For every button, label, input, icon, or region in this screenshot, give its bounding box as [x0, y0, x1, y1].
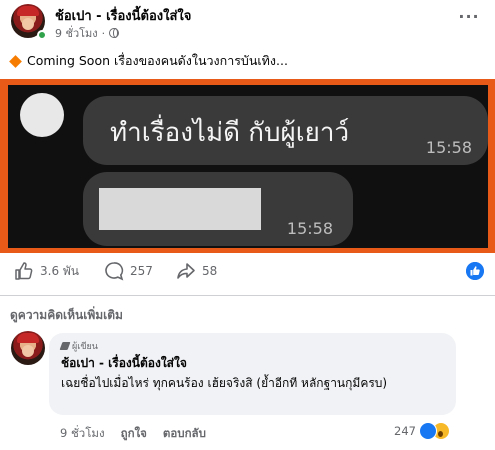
- avatar-hat: [17, 6, 39, 16]
- chat-time-2: 15:58: [286, 219, 333, 238]
- censored-box: [99, 188, 261, 230]
- comment-reaction-count: 247: [394, 424, 416, 438]
- like-reaction-icon: [418, 422, 437, 440]
- like-button[interactable]: 3.6 พัน: [14, 261, 79, 281]
- author-badge-label: ผู้เขียน: [72, 342, 98, 352]
- caption-text: Coming Soon เรื่องของคนดังในวงการบันเทิง…: [27, 53, 288, 68]
- blurred-avatar: [20, 93, 64, 137]
- avatar-face: [22, 345, 34, 357]
- comment-text: เฉยชื่อไปเมื่อไหร่ ทุกคนร้อง เฮ้ยจริงสิ …: [61, 376, 388, 390]
- avatar-face: [22, 18, 34, 30]
- like-count: 3.6 พัน: [40, 263, 80, 278]
- commenter-avatar[interactable]: [11, 331, 45, 365]
- share-count: 58: [202, 264, 218, 278]
- comment-time[interactable]: 9 ชั่วโมง: [60, 425, 105, 443]
- chat-time-1: 15:58: [425, 138, 472, 157]
- thumbs-up-icon: [15, 262, 33, 280]
- chat-bubble-1: ทำเรื่องไม่ดี กับผู้เยาว์ 15:58: [83, 96, 488, 165]
- avatar-hat: [17, 333, 39, 343]
- comment-button[interactable]: 257: [104, 261, 153, 281]
- chat-bubble-2: 15:58: [83, 172, 353, 246]
- comment-meta: 9 ชั่วโมง ถูกใจ ตอบกลับ: [60, 425, 206, 443]
- comment-reactions[interactable]: 247: [394, 422, 450, 440]
- post-actions: 3.6 พัน 257 58: [0, 258, 495, 290]
- view-more-comments-link[interactable]: ดูความคิดเห็นเพิ่มเติม: [10, 306, 123, 325]
- comment-author-link[interactable]: ช้อเปา - เรื่องนี้ต้องใส่ใจ: [61, 354, 187, 373]
- comment-like-button[interactable]: ถูกใจ: [121, 425, 147, 443]
- chat-message-1: ทำเรื่องไม่ดี กับผู้เยาว์: [110, 118, 350, 148]
- more-options-icon[interactable]: ···: [456, 9, 482, 30]
- post-meta: 9 ชั่วโมง ·: [55, 24, 120, 42]
- comment-bubble: ผู้เขียน ช้อเปา - เรื่องนี้ต้องใส่ใจ เฉย…: [49, 333, 456, 415]
- comment-count: 257: [130, 264, 153, 278]
- online-status-dot: [37, 30, 47, 40]
- post-image[interactable]: ทำเรื่องไม่ดี กับผู้เยาว์ 15:58 15:58: [0, 79, 495, 253]
- globe-icon: [109, 28, 120, 38]
- comment-icon: [105, 262, 124, 281]
- like-reaction-icon[interactable]: [466, 262, 484, 280]
- post-time[interactable]: 9 ชั่วโมง: [55, 24, 98, 42]
- orange-diamond-icon: [9, 54, 22, 68]
- share-button[interactable]: 58: [176, 261, 217, 281]
- comment-reply-button[interactable]: ตอบกลับ: [163, 425, 206, 443]
- page-name-link[interactable]: ช้อเปา - เรื่องนี้ต้องใส่ใจ: [55, 5, 191, 26]
- post-header: ช้อเปา - เรื่องนี้ต้องใส่ใจ 9 ชั่วโมง · …: [0, 0, 495, 44]
- share-icon: [177, 263, 195, 279]
- chat-screenshot: ทำเรื่องไม่ดี กับผู้เยาว์ 15:58 15:58: [8, 85, 488, 248]
- section-divider: [0, 295, 495, 296]
- pen-icon: [59, 342, 71, 350]
- author-badge: ผู้เขียน: [59, 339, 98, 353]
- post-caption: Coming Soon เรื่องของคนดังในวงการบันเทิง…: [9, 51, 288, 71]
- meta-dot: ·: [101, 26, 106, 40]
